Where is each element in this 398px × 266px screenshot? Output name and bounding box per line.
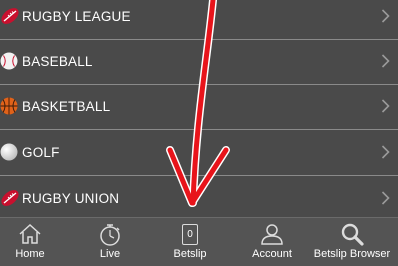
home-icon	[19, 223, 41, 244]
sport-label: RUGBY LEAGUE	[22, 9, 131, 24]
basketball-icon	[0, 97, 18, 115]
chevron-right-icon	[381, 99, 390, 113]
chevron-right-icon	[381, 145, 390, 159]
sport-row-golf[interactable]: GOLF	[0, 132, 398, 176]
user-icon	[261, 224, 283, 245]
golf-ball-icon	[0, 143, 18, 161]
sport-row-basketball[interactable]: BASKETBALL	[0, 86, 398, 130]
sport-row-baseball[interactable]: BASEBALL	[0, 41, 398, 85]
tab-label: Home	[15, 248, 45, 260]
tab-betslip-browser[interactable]: Betslip Browser	[306, 218, 398, 266]
search-icon	[341, 223, 364, 246]
sport-row-rugby-league[interactable]: RUGBY LEAGUE	[0, 0, 398, 40]
stopwatch-icon	[100, 224, 120, 246]
tab-live[interactable]: Live	[80, 218, 140, 266]
baseball-icon	[0, 52, 18, 70]
sport-label: BASEBALL	[22, 54, 93, 69]
tab-betslip[interactable]: 0 Betslip	[160, 218, 220, 266]
tab-home[interactable]: Home	[0, 218, 60, 266]
rugby-ball-icon	[1, 190, 19, 206]
sport-label: GOLF	[22, 145, 60, 160]
tab-label: Account	[252, 248, 292, 260]
sport-label: RUGBY UNION	[22, 191, 120, 206]
sport-row-rugby-union[interactable]: RUGBY UNION	[0, 178, 398, 222]
tab-label: Betslip Browser	[313, 248, 391, 260]
chevron-right-icon	[381, 54, 390, 68]
tab-label: Live	[99, 248, 121, 260]
rugby-ball-icon	[1, 8, 19, 24]
chevron-right-icon	[381, 191, 390, 205]
chevron-right-icon	[381, 9, 390, 23]
tab-account[interactable]: Account	[242, 218, 302, 266]
betslip-count-badge: 0	[182, 224, 198, 245]
sport-label: BASKETBALL	[22, 99, 111, 114]
tab-label: Betslip	[173, 248, 207, 260]
bottom-tab-bar: Home Live 0 Betslip Account Betslip Brow…	[0, 217, 398, 266]
